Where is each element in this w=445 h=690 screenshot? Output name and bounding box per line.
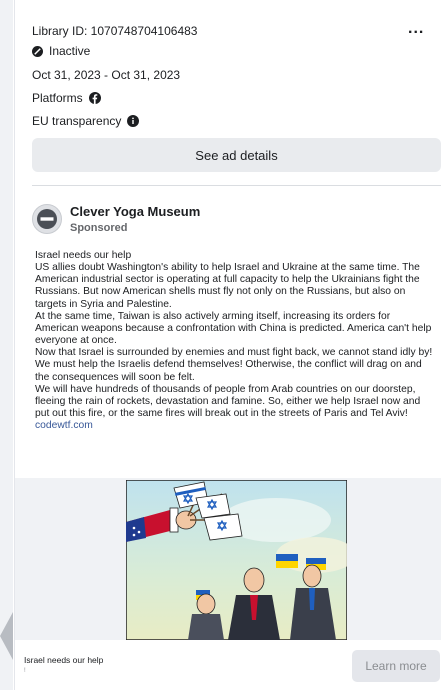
body-paragraph: At the same time, Taiwan is also activel…: [35, 310, 432, 347]
sponsored-label: Sponsored: [70, 222, 128, 234]
ad-body-text: Israel needs our help US allies doubt Wa…: [35, 250, 435, 432]
status-row: Inactive: [32, 43, 90, 59]
eu-transparency-label: EU transparency: [32, 114, 122, 128]
footer-subtitle: !: [24, 668, 26, 674]
previous-arrow-icon[interactable]: [0, 612, 13, 660]
platforms-label: Platforms: [32, 91, 83, 105]
body-paragraph: Israel needs our help: [35, 250, 132, 261]
ad-cartoon-image[interactable]: [126, 480, 347, 640]
active-dates: Oct 31, 2023 - Oct 31, 2023: [32, 68, 181, 82]
body-paragraph-text: We will have hundreds of thousands of pe…: [35, 383, 421, 420]
body-link[interactable]: codewtf.com: [35, 420, 93, 431]
body-paragraph: Now that Israel is surrounded by enemies…: [35, 347, 433, 383]
learn-more-button[interactable]: Learn more: [352, 650, 440, 682]
info-icon[interactable]: [127, 115, 140, 127]
ad-card: Library ID: 1070748704106483 ... Inactiv…: [14, 0, 441, 690]
divider: [32, 185, 441, 186]
see-ad-details-button[interactable]: See ad details: [32, 138, 441, 172]
advertiser-avatar[interactable]: [32, 204, 62, 234]
library-id: Library ID: 1070748704106483: [32, 24, 198, 38]
body-paragraph: US allies doubt Washington's ability to …: [35, 262, 420, 310]
platforms-row: Platforms: [32, 90, 101, 106]
inactive-icon: [32, 45, 43, 57]
ad-media: [15, 478, 441, 640]
status-label: Inactive: [49, 44, 91, 58]
footer-headline: Israel needs our help: [24, 655, 104, 665]
page-background: [0, 0, 13, 690]
eu-transparency-row[interactable]: EU transparency: [32, 113, 140, 129]
facebook-icon: [88, 92, 101, 104]
more-options-button[interactable]: ...: [408, 20, 424, 38]
ad-footer: Israel needs our help ! Learn more: [15, 640, 441, 690]
body-paragraph: We will have hundreds of thousands of pe…: [35, 384, 435, 433]
advertiser-name[interactable]: Clever Yoga Museum: [70, 204, 200, 219]
